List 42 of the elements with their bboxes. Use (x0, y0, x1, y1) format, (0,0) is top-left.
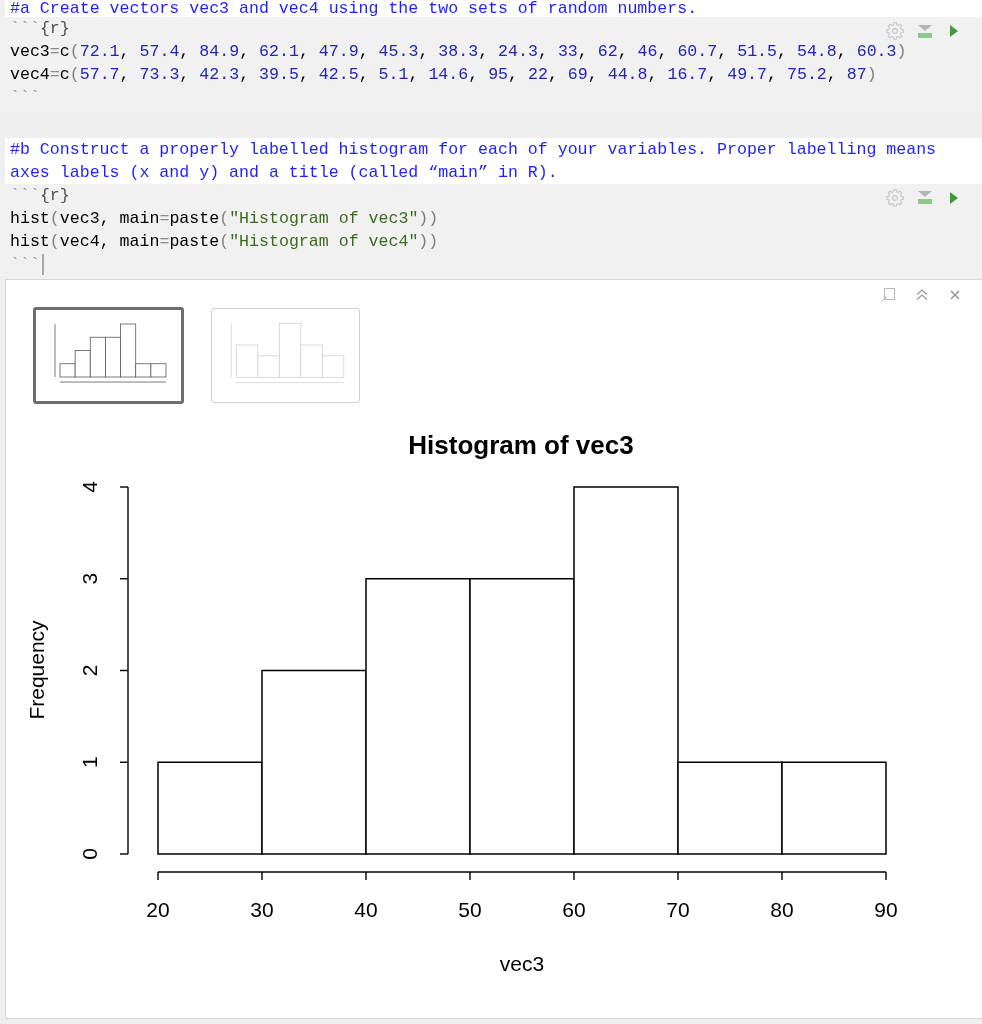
close-icon[interactable] (950, 289, 960, 300)
code-line: hist(vec3, main=paste("Histogram of vec3")) (10, 207, 439, 230)
thumbnail-bar (105, 336, 121, 377)
x-tick-label: 40 (354, 897, 378, 920)
comment-line: #a Create vectors vec3 and vec4 using the two sets of random numbers. (10, 0, 698, 17)
play-icon[interactable] (950, 25, 958, 37)
code-line: vec3=c(72.1, 57.4, 84.9, 62.1, 47.9, 45.3, 38.3, 24.3, 33, 62, 46, 60.7, 51.5, 54.8, 60.3) (10, 41, 907, 63)
x-tick-label: 20 (146, 897, 170, 920)
plot-thumbnail[interactable] (33, 306, 184, 404)
x-tick-label: 80 (770, 897, 794, 920)
x-tick-label: 50 (458, 897, 482, 920)
thumbnail-bar (150, 362, 167, 377)
x-axis-title: vec3 (499, 951, 545, 975)
code-line: ```{r} (10, 184, 70, 207)
chart-title: Histogram of vec3 (408, 429, 634, 460)
x-tick-label: 70 (666, 897, 690, 920)
code-line: ```{r} (10, 18, 70, 40)
code-line: ``` (10, 87, 40, 109)
thumbnail-axis (54, 323, 56, 377)
play-icon[interactable] (950, 191, 958, 204)
y-axis-title: Frequency (25, 619, 48, 720)
code-line: vec4=c(57.7, 73.3, 42.3, 39.5, 42.5, 5.1, 14.6, 95, 22, 69, 44.8, 16.7, 49.7, 75.2, 87) (10, 64, 877, 86)
comment-line: #b Construct a properly labelled histogram for each of your variables. Proper labelling means (10, 138, 937, 161)
y-tick-label: 0 (78, 847, 101, 860)
down-arrow-bar-icon[interactable] (918, 191, 932, 204)
y-tick-label: 1 (78, 755, 101, 768)
popout-window-icon[interactable] (880, 286, 896, 303)
y-tick-label: 4 (78, 480, 101, 493)
code-line: ``` (10, 253, 40, 276)
y-tick-label: 3 (78, 572, 101, 585)
comment-line: axes labels (x and y) and a title (called “main” in R). (10, 161, 558, 184)
code-line: hist(vec4, main=paste("Histogram of vec4")) (10, 230, 439, 253)
settings-icon[interactable] (886, 22, 904, 40)
down-arrow-bar-icon[interactable] (918, 24, 932, 38)
x-tick-label: 90 (874, 897, 898, 920)
thumbnail-bar (321, 354, 345, 378)
settings-icon[interactable] (886, 188, 904, 207)
y-tick-label: 2 (78, 664, 101, 676)
double-chevron-up-icon[interactable] (916, 289, 928, 300)
thumbnail-bar (235, 344, 259, 378)
x-tick-label: 60 (562, 897, 586, 920)
x-tick-label: 30 (250, 897, 274, 920)
